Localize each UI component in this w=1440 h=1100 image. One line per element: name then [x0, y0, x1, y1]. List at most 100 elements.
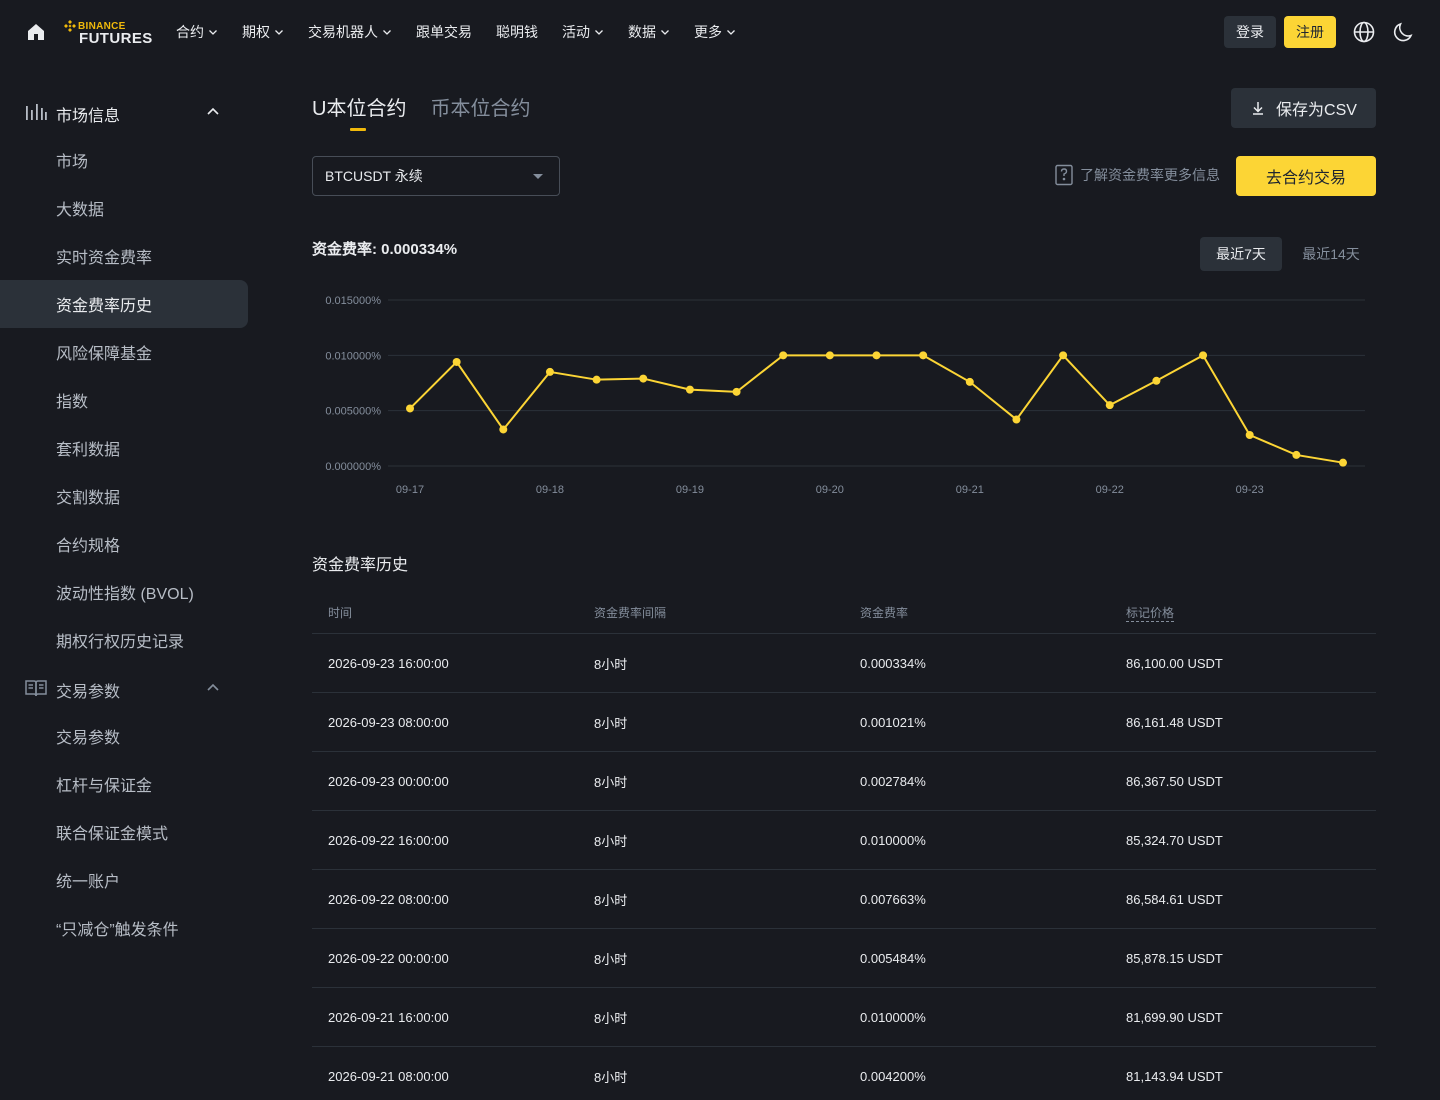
cell-mark-price: 85,324.70 USDT	[1126, 832, 1223, 848]
nav-item-7[interactable]: 更多	[694, 22, 736, 42]
x-tick-label: 09-23	[1236, 484, 1264, 496]
sidebar-group-label: 交易参数	[56, 684, 121, 701]
data-point[interactable]	[592, 375, 601, 384]
header-interval: 资金费率间隔	[594, 606, 667, 620]
data-point[interactable]	[825, 351, 834, 360]
sidebar-item[interactable]: 风险保障基金	[0, 328, 248, 376]
binance-futures-logo[interactable]: BINANCE FUTURES	[64, 19, 156, 47]
nav-item-2[interactable]: 交易机器人	[308, 22, 392, 42]
sidebar-group-trading-params[interactable]: 交易参数	[0, 664, 248, 712]
data-point[interactable]	[732, 387, 741, 396]
login-button[interactable]: 登录	[1224, 16, 1276, 48]
table-row: 2026-09-23 16:00:00 8小时 0.000334% 86,100.00…	[312, 634, 1376, 693]
data-point[interactable]	[1245, 431, 1254, 440]
sidebar-item[interactable]: 杠杆与保证金	[0, 760, 248, 808]
data-point[interactable]	[499, 425, 508, 434]
sidebar-item[interactable]: 市场	[0, 136, 248, 184]
data-point[interactable]	[1105, 401, 1114, 410]
data-point[interactable]	[1059, 351, 1068, 360]
cell-time: 2026-09-22 00:00:00	[328, 950, 449, 966]
sidebar-item[interactable]: 合约规格	[0, 520, 248, 568]
sidebar: 市场信息 市场 大数据 实时资金费率 资金费率历史 风险保障基金 指数 套利数据 交割数据 合约…	[0, 88, 248, 952]
data-point[interactable]	[1292, 450, 1301, 459]
nav-item-label: 数据	[628, 24, 656, 40]
cell-mark-price: 81,143.94 USDT	[1126, 1068, 1223, 1084]
symbol-select[interactable]: BTCUSDT 永续	[312, 156, 560, 196]
header-mark-price-label: 标记价格	[1126, 606, 1175, 622]
chevron-up-icon[interactable]	[206, 681, 220, 695]
header-mark-price[interactable]: 标记价格	[1110, 604, 1376, 622]
data-point[interactable]	[1339, 458, 1347, 467]
range-7d-button[interactable]: 最近7天	[1200, 237, 1282, 271]
globe-icon[interactable]	[1352, 20, 1376, 44]
sidebar-item[interactable]: 资金费率历史	[0, 280, 248, 328]
nav-item-5[interactable]: 活动	[562, 22, 604, 42]
data-point[interactable]	[779, 351, 788, 360]
nav-item-label: 期权	[242, 24, 270, 40]
tab-coinm[interactable]: 币本位合约	[430, 94, 530, 130]
cell-interval: 8小时	[594, 951, 628, 967]
nav-item-3[interactable]: 跟单交易	[416, 22, 472, 42]
data-point[interactable]	[965, 377, 974, 386]
nav-item-label: 合约	[176, 24, 204, 40]
data-point[interactable]	[639, 374, 648, 383]
sidebar-item[interactable]: 实时资金费率	[0, 232, 248, 280]
sidebar-item[interactable]: 交割数据	[0, 472, 248, 520]
chevron-down-icon	[595, 30, 603, 35]
sidebar-item[interactable]: 波动性指数 (BVOL)	[0, 568, 248, 616]
register-button[interactable]: 注册	[1284, 16, 1336, 48]
tab-usdm[interactable]: U本位合约	[312, 94, 406, 131]
table-row: 2026-09-21 08:00:00 8小时 0.004200% 81,143.94…	[312, 1047, 1376, 1100]
binance-diamond-icon	[64, 20, 76, 32]
y-tick-label: 0.005000%	[325, 406, 381, 418]
data-point[interactable]	[1152, 376, 1161, 385]
cell-mark-price: 86,584.61 USDT	[1126, 891, 1223, 907]
x-tick-label: 09-22	[1096, 484, 1124, 496]
chevron-up-icon[interactable]	[206, 105, 220, 119]
save-csv-button[interactable]: 保存为CSV	[1231, 88, 1376, 128]
nav-item-6[interactable]: 数据	[628, 22, 670, 42]
table-row: 2026-09-21 16:00:00 8小时 0.010000% 81,699.90…	[312, 988, 1376, 1047]
caret-down-icon	[533, 174, 543, 179]
cell-time: 2026-09-22 08:00:00	[328, 891, 449, 907]
history-title: 资金费率历史	[312, 557, 409, 574]
cell-time: 2026-09-23 08:00:00	[328, 714, 449, 730]
data-point[interactable]	[406, 404, 414, 413]
question-book-icon	[1055, 164, 1073, 186]
y-tick-label: 0.000000%	[325, 461, 381, 473]
sidebar-item[interactable]: “只减仓”触发条件	[0, 904, 248, 952]
sidebar-item[interactable]: 套利数据	[0, 424, 248, 472]
home-icon[interactable]	[24, 20, 48, 44]
sidebar-item[interactable]: 联合保证金模式	[0, 808, 248, 856]
sidebar-group-market-info[interactable]: 市场信息	[0, 88, 248, 136]
data-point[interactable]	[872, 351, 881, 360]
nav-item-0[interactable]: 合约	[176, 22, 218, 42]
go-trade-button[interactable]: 去合约交易	[1236, 156, 1376, 196]
data-point[interactable]	[452, 357, 461, 366]
data-point[interactable]	[1199, 351, 1208, 360]
main-nav: 合约 期权 交易机器人 跟单交易 聪明钱 活动 数据 更多	[176, 22, 760, 42]
sidebar-item[interactable]: 交易参数	[0, 712, 248, 760]
cell-interval: 8小时	[594, 833, 628, 849]
funding-info-link[interactable]: 了解资金费率更多信息	[1054, 164, 1220, 186]
cell-interval: 8小时	[594, 715, 628, 731]
funding-info-label: 了解资金费率更多信息	[1080, 167, 1220, 183]
moon-icon[interactable]	[1392, 20, 1416, 44]
cell-rate: 0.001021%	[860, 714, 926, 730]
data-point[interactable]	[545, 367, 554, 376]
sidebar-item[interactable]: 统一账户	[0, 856, 248, 904]
sidebar-item[interactable]: 大数据	[0, 184, 248, 232]
x-tick-label: 09-18	[536, 484, 564, 496]
top-navbar: BINANCE FUTURES 合约 期权 交易机器人 跟单交易 聪明钱 活动 数据 更多 登…	[0, 0, 1440, 64]
x-tick-label: 09-20	[816, 484, 844, 496]
sidebar-item[interactable]: 指数	[0, 376, 248, 424]
data-point[interactable]	[685, 385, 694, 394]
nav-item-1[interactable]: 期权	[242, 22, 284, 42]
nav-item-label: 跟单交易	[416, 24, 472, 40]
sidebar-item[interactable]: 期权行权历史记录	[0, 616, 248, 664]
nav-item-4[interactable]: 聪明钱	[496, 22, 538, 42]
range-14d-button[interactable]: 最近14天	[1290, 237, 1372, 271]
data-point[interactable]	[1012, 415, 1021, 424]
data-point[interactable]	[919, 351, 928, 360]
chevron-down-icon	[209, 30, 217, 35]
